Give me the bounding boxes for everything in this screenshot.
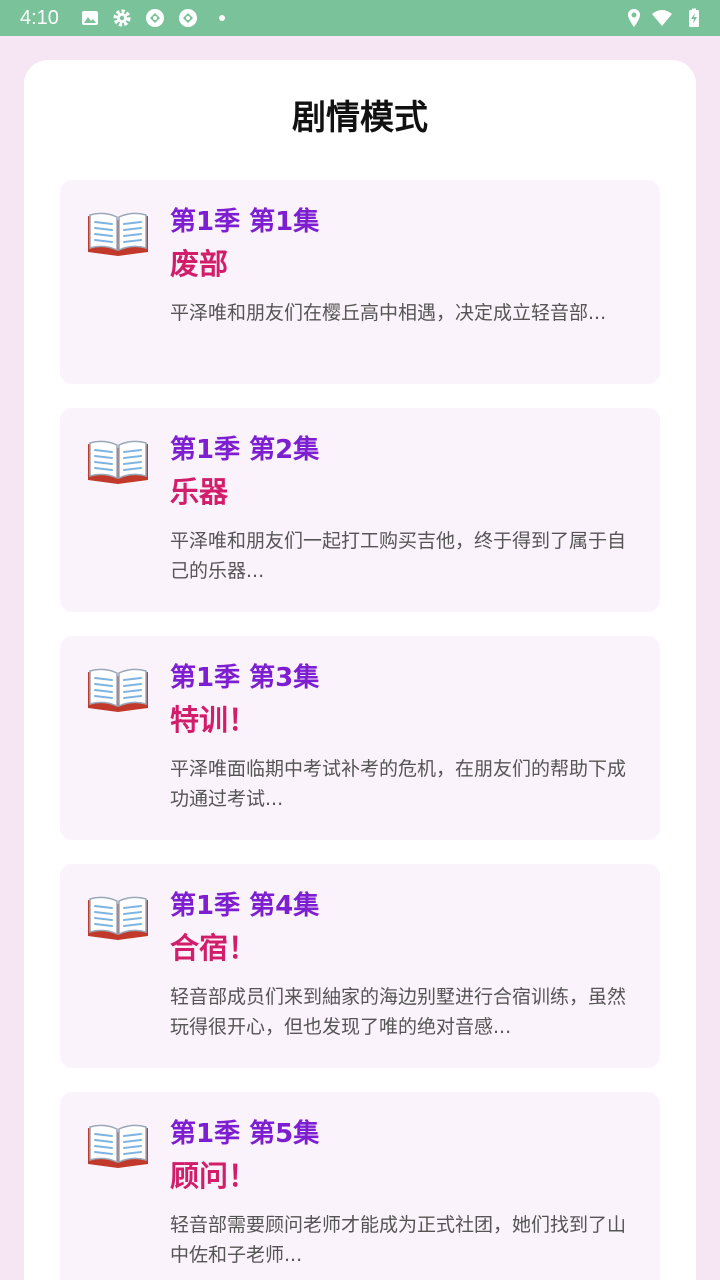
episode-card-3[interactable]: 第1季 第3集 特训！ 平泽唯面临期中考试补考的危机，在朋友们的帮助下成功通过考… xyxy=(60,636,660,840)
settings-gear-icon xyxy=(112,8,132,28)
episode-title: 顾问！ xyxy=(170,1159,258,1193)
image-icon xyxy=(80,8,100,28)
status-time: 4:10 xyxy=(20,7,59,29)
episode-description: 平泽唯面临期中考试补考的危机，在朋友们的帮助下成功通过考试... xyxy=(170,758,627,810)
episode-description: 轻音部成员们来到紬家的海边别墅进行合宿训练，虽然玩得很开心，但也发现了唯的绝对音… xyxy=(170,986,627,1038)
episode-number: 第1季 第1集 xyxy=(170,207,320,237)
open-book-icon xyxy=(86,892,150,942)
episode-number: 第1季 第5集 xyxy=(170,1119,320,1149)
episode-title: 合宿！ xyxy=(170,931,258,965)
wifi-icon xyxy=(652,8,672,28)
episode-title: 乐器 xyxy=(170,475,229,509)
open-book-icon xyxy=(86,436,150,486)
episode-description: 轻音部需要顾问老师才能成为正式社团，她们找到了山中佐和子老师... xyxy=(170,1214,627,1266)
episode-title: 废部 xyxy=(170,247,229,281)
episode-card-5[interactable]: 第1季 第5集 顾问！ 轻音部需要顾问老师才能成为正式社团，她们找到了山中佐和子… xyxy=(60,1092,660,1280)
episode-card-1[interactable]: 第1季 第1集 废部 平泽唯和朋友们在樱丘高中相遇，决定成立轻音部... xyxy=(60,180,660,384)
episode-description: 平泽唯和朋友们在樱丘高中相遇，决定成立轻音部... xyxy=(170,302,607,324)
sync-icon-2 xyxy=(178,8,198,28)
episode-description: 平泽唯和朋友们一起打工购买吉他，终于得到了属于自己的乐器... xyxy=(170,530,627,582)
episode-card-4[interactable]: 第1季 第4集 合宿！ 轻音部成员们来到紬家的海边别墅进行合宿训练，虽然玩得很开… xyxy=(60,864,660,1068)
open-book-icon xyxy=(86,664,150,714)
battery-charging-icon xyxy=(684,8,704,28)
open-book-icon xyxy=(86,1120,150,1170)
episode-number: 第1季 第4集 xyxy=(170,891,320,921)
status-bar: 4:10 xyxy=(0,0,720,36)
sync-icon xyxy=(145,8,165,28)
dot-icon xyxy=(212,8,232,28)
page-title: 剧情模式 xyxy=(292,98,428,138)
episode-number: 第1季 第3集 xyxy=(170,663,320,693)
location-icon xyxy=(624,8,644,28)
episode-title: 特训！ xyxy=(170,703,258,737)
episode-card-2[interactable]: 第1季 第2集 乐器 平泽唯和朋友们一起打工购买吉他，终于得到了属于自己的乐器.… xyxy=(60,408,660,612)
open-book-icon xyxy=(86,208,150,258)
episode-number: 第1季 第2集 xyxy=(170,435,320,465)
